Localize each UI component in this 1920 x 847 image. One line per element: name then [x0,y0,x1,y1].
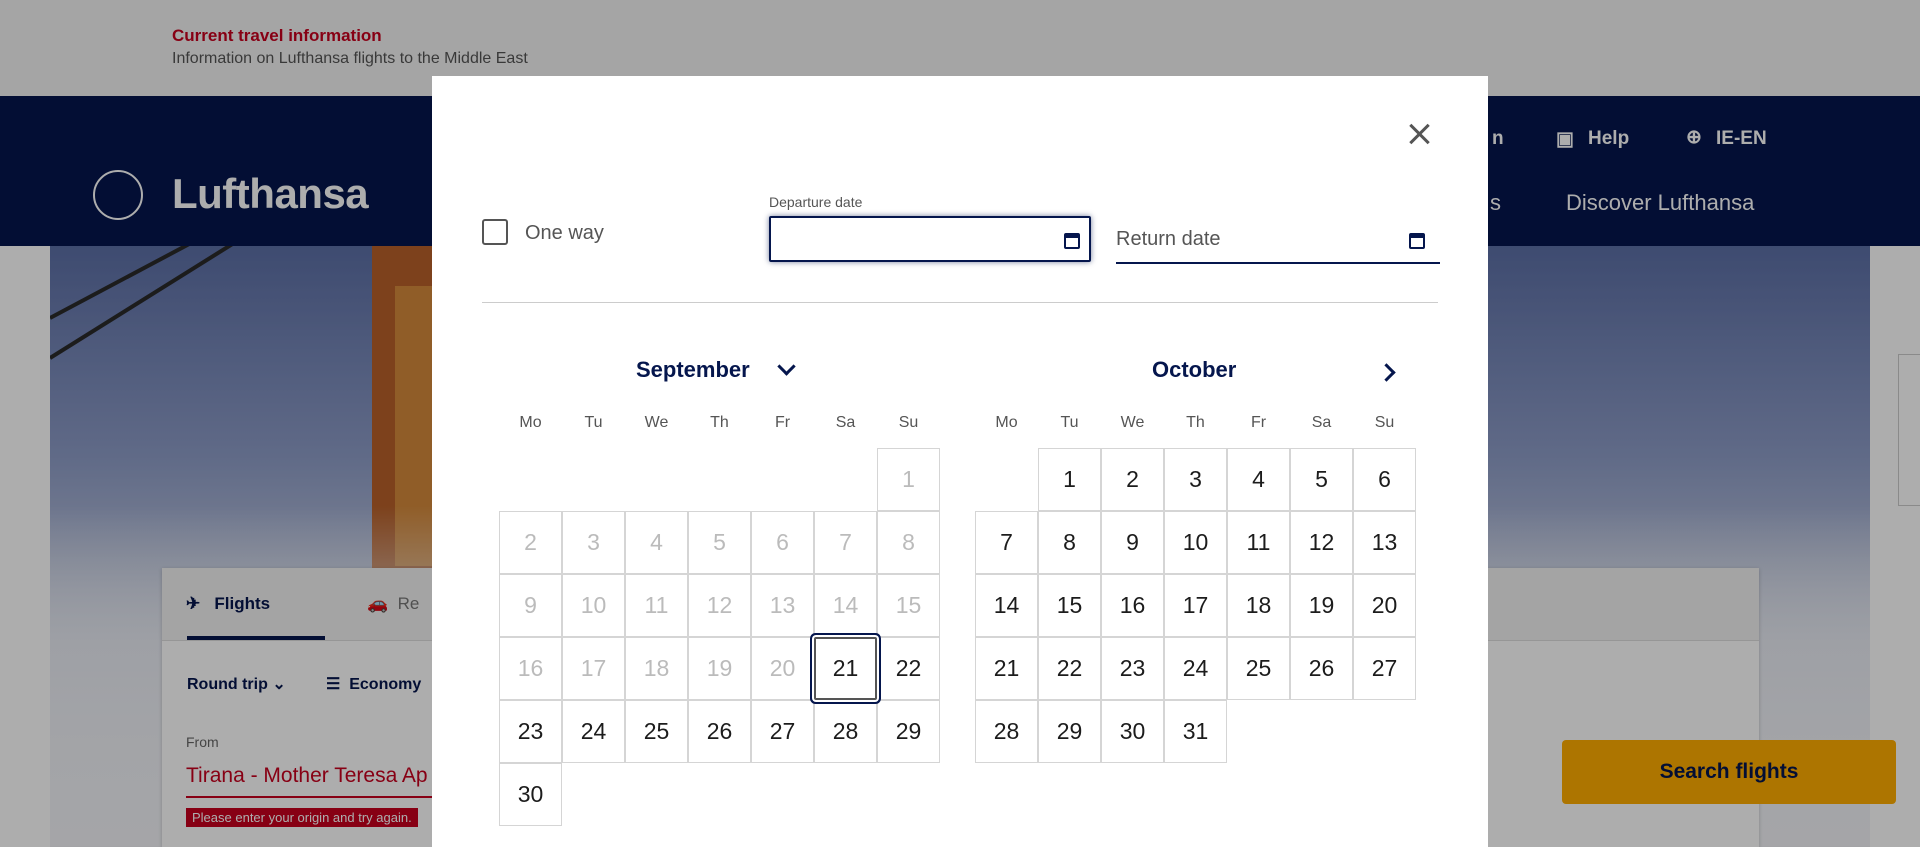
calendar-day[interactable]: 28 [814,700,877,763]
calendar-day[interactable]: 15 [1038,574,1101,637]
one-way-checkbox[interactable] [482,219,508,245]
calendar-day: 15 [877,574,940,637]
weekday-label: Tu [1060,414,1079,431]
month-title-september: September [636,357,750,382]
calendar-day[interactable]: 2 [1101,448,1164,511]
calendar-day: 5 [688,511,751,574]
calendar-day: 18 [625,637,688,700]
calendar-day[interactable]: 21 [975,637,1038,700]
calendar-day[interactable]: 11 [1227,511,1290,574]
weekday-label: Su [898,414,919,431]
calendar-day[interactable]: 23 [1101,637,1164,700]
calendar-day: 13 [751,574,814,637]
calendar-day: 10 [562,574,625,637]
month-title-october: October [1152,357,1237,382]
calendar-day[interactable]: 14 [975,574,1038,637]
calendar-day: 1 [877,448,940,511]
weekday-label: Su [1374,414,1395,431]
calendar-day: 4 [625,511,688,574]
chevron-right-icon[interactable] [1377,363,1396,382]
calendar-day[interactable]: 10 [1164,511,1227,574]
calendar-day[interactable]: 29 [1038,700,1101,763]
calendar-day[interactable]: 8 [1038,511,1101,574]
calendar-day: 14 [814,574,877,637]
calendar-day[interactable]: 27 [1353,637,1416,700]
calendar-day[interactable]: 9 [1101,511,1164,574]
calendar-day[interactable]: 3 [1164,448,1227,511]
calendar-day[interactable]: 21 [814,637,877,700]
calendar-icon[interactable] [1409,233,1425,249]
calendar-day[interactable]: 7 [975,511,1038,574]
calendar-day[interactable]: 24 [562,700,625,763]
weekday-label: We [644,414,669,431]
return-date-underline [1116,262,1440,264]
return-date-input[interactable]: Return date [1116,228,1221,251]
calendar-day[interactable]: 22 [1038,637,1101,700]
weekday-label: Sa [1311,414,1332,431]
calendar-day[interactable]: 26 [1290,637,1353,700]
calendar-day: 7 [814,511,877,574]
calendar-day: 17 [562,637,625,700]
calendar-day[interactable]: 18 [1227,574,1290,637]
calendar-day[interactable]: 25 [625,700,688,763]
one-way-label[interactable]: One way [525,222,604,245]
calendar-day[interactable]: 23 [499,700,562,763]
calendar-day[interactable]: 30 [1101,700,1164,763]
calendar-day[interactable]: 31 [1164,700,1227,763]
weekday-label: Mo [519,414,542,431]
calendar-day: 3 [562,511,625,574]
calendar-day: 19 [688,637,751,700]
calendar-day[interactable]: 29 [877,700,940,763]
weekday-label: Mo [995,414,1018,431]
calendar-day[interactable]: 1 [1038,448,1101,511]
calendar-day[interactable]: 16 [1101,574,1164,637]
calendar-day[interactable]: 6 [1353,448,1416,511]
departure-date-input[interactable] [769,216,1091,262]
calendar-day: 16 [499,637,562,700]
calendar-day: 11 [625,574,688,637]
departure-date-label: Departure date [769,194,863,210]
weekday-label: Sa [835,414,856,431]
calendar-day[interactable]: 27 [751,700,814,763]
weekday-label: Tu [584,414,603,431]
calendar-day[interactable]: 22 [877,637,940,700]
calendar-day: 2 [499,511,562,574]
calendar-day[interactable]: 17 [1164,574,1227,637]
calendar-day: 12 [688,574,751,637]
calendar-day[interactable]: 13 [1353,511,1416,574]
weekday-label: Fr [1250,414,1267,431]
calendar-day[interactable]: 4 [1227,448,1290,511]
calendar-day[interactable]: 5 [1290,448,1353,511]
calendar-day[interactable]: 19 [1290,574,1353,637]
weekday-label: We [1120,414,1145,431]
calendar-day[interactable]: 24 [1164,637,1227,700]
calendar-day: 9 [499,574,562,637]
calendar-day[interactable]: 25 [1227,637,1290,700]
chevron-down-icon[interactable] [777,357,796,376]
weekday-label: Th [710,414,729,431]
calendar-day: 20 [751,637,814,700]
calendar-day[interactable]: 12 [1290,511,1353,574]
calendar-day: 8 [877,511,940,574]
calendar-day[interactable]: 30 [499,763,562,826]
weekday-label: Th [1186,414,1205,431]
date-picker-modal: One way Departure date Return date Septe… [432,76,1488,847]
calendar-day[interactable]: 28 [975,700,1038,763]
calendar-day[interactable]: 20 [1353,574,1416,637]
modal-divider [482,302,1438,303]
calendar-day: 6 [751,511,814,574]
calendar-icon[interactable] [1064,233,1080,249]
close-icon[interactable] [1405,120,1433,148]
weekday-label: Fr [774,414,791,431]
calendar-day[interactable]: 26 [688,700,751,763]
